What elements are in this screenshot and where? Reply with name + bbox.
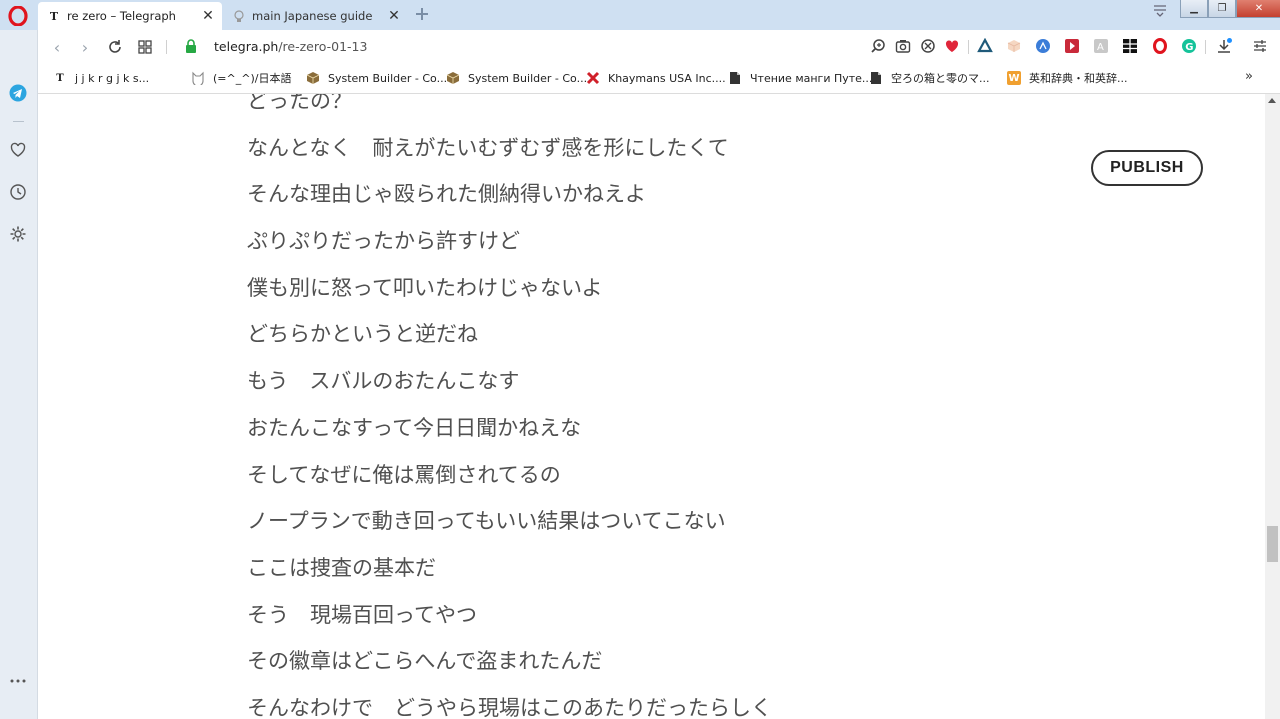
bookmark-label: (=^_^)/日本語 [213,72,292,85]
address-bar: ‹ › telegra.ph/re-zero-01-13 A G [38,30,1280,63]
new-tab-icon[interactable] [414,6,430,22]
gear-icon[interactable] [9,225,27,243]
page-icon [728,71,742,85]
telegraph-bookmark-icon: T [56,72,64,84]
zoom-icon[interactable] [870,38,886,54]
bookmark-item[interactable]: (=^_^)/日本語 [191,70,291,86]
url-path: /re-zero-01-13 [278,39,368,54]
bookmark-item[interactable]: W 英和辞典・和英辞... [1007,70,1128,86]
translate-extension-icon[interactable]: A [1093,38,1109,54]
grid-extension-icon[interactable] [1122,38,1138,54]
svg-text:G: G [1185,42,1193,53]
publish-button[interactable]: PUBLISH [1091,150,1203,186]
url-domain: telegra.ph [214,39,279,54]
text-line: ぷりぷりだったから許すけど [247,229,520,253]
grammarly-icon[interactable]: G [1181,38,1197,54]
telegram-icon[interactable] [9,84,27,102]
download-icon[interactable] [1216,38,1232,54]
bookmark-item[interactable]: System Builder - Co... [306,70,447,86]
text-line: なんとなく 耐えがたいむずむず感を形にしたくて [247,136,729,160]
cat-icon [191,71,205,85]
tab-telegraph[interactable]: T re zero – Telegraph ✕ [38,2,222,30]
maximize-button[interactable]: ❐ [1208,0,1236,18]
heart-icon[interactable] [9,141,27,159]
bookmark-item[interactable]: Khaymans USA Inc.... [586,70,726,86]
back-button[interactable]: ‹ [48,38,66,57]
bookmark-item[interactable]: Чтение манги Путе... [728,70,872,86]
text-line: どったの？ [247,94,352,113]
bookmark-label: 空ろの箱と零のマ... [891,72,990,85]
text-line: 僕も別に怒って叩いたわけじゃないよ [247,276,603,300]
box-icon [306,71,320,85]
telegraph-favicon-icon: T [49,9,59,23]
minimize-button[interactable]: ▁ [1180,0,1208,18]
tab-title: main Japanese guide [252,9,373,23]
article-content: どったの？ なんとなく 耐えがたいむずむず感を形にしたくて そんな理由じゃ殴られ… [38,94,1265,719]
camera-icon[interactable] [895,38,911,54]
divider [1205,40,1206,54]
text-line: そしてなぜに俺は罵倒されてるの [247,463,561,487]
tab-japanese-guide[interactable]: main Japanese guide ✕ [224,2,408,30]
scroll-up-arrow-icon[interactable] [1268,98,1276,103]
adblock-icon[interactable] [920,38,936,54]
speed-dial-icon[interactable] [136,38,154,56]
text-line: ここは捜査の基本だ [247,556,436,580]
lock-icon[interactable] [185,39,197,53]
close-tab-icon[interactable]: ✕ [200,8,216,24]
weblio-icon: W [1007,71,1021,85]
bookmark-item[interactable]: 空ろの箱と零のマ... [869,70,990,86]
text-line: どちらかというと逆だね [247,322,478,346]
history-clock-icon[interactable] [9,183,27,201]
bookmark-label: Khaymans USA Inc.... [608,71,726,85]
video-extension-icon[interactable] [1064,38,1080,54]
opera-extension-icon[interactable] [1152,38,1168,54]
divider [968,40,969,54]
more-dots-icon[interactable] [9,672,27,690]
text-line: その徽章はどこらへんで盗まれたんだ [247,649,603,673]
text-line: もう スバルのおたんこなす [247,369,520,393]
bookmarks-bar: T j j k r g j k s... (=^_^)/日本語 System B… [38,63,1280,94]
rocket-extension-icon[interactable] [1035,38,1051,54]
more-bookmarks-icon[interactable]: » [1245,69,1253,84]
tab-menu-icon[interactable] [1152,3,1168,17]
bookmark-item[interactable]: System Builder - Co... [446,70,587,86]
forward-button[interactable]: › [76,38,94,57]
heart-icon[interactable] [944,38,960,54]
bookmark-label: Чтение манги Путе... [750,71,873,85]
opera-logo-icon[interactable] [8,6,28,26]
svg-text:A: A [1097,42,1104,53]
bookmark-label: j j k r g j k s... [75,71,150,85]
text-line: そんなわけで どうやら現場はこのあたりだったらしく [247,696,772,719]
bookmark-label: System Builder - Co... [468,71,588,85]
bulb-icon [232,9,246,23]
box-icon [446,71,460,85]
cube-extension-icon[interactable] [1006,38,1022,54]
bookmark-label: System Builder - Co... [328,71,448,85]
divider [166,40,167,54]
vertical-scrollbar[interactable] [1265,94,1280,719]
text-line: そう 現場百回ってやつ [247,603,477,627]
x-logo-icon [586,71,600,85]
sidebar-divider [13,121,24,122]
sidebar [0,30,38,719]
reload-icon[interactable] [106,38,124,56]
tab-title: re zero – Telegraph [67,9,176,23]
close-tab-icon[interactable]: ✕ [386,8,402,24]
bookmark-label: 英和辞典・和英辞... [1029,72,1128,85]
page-icon [869,71,883,85]
window-close-button[interactable]: ✕ [1236,0,1280,18]
tab-strip: T re zero – Telegraph ✕ main Japanese gu… [0,0,1280,30]
text-line: そんな理由じゃ殴られた側納得いかねえよ [247,182,646,206]
window-controls: ▁ ❐ ✕ [1180,0,1280,18]
text-line: おたんこなすって今日日聞かねえな [247,416,582,440]
vpn-triangle-icon[interactable] [977,38,993,54]
url-field[interactable]: telegra.ph/re-zero-01-13 [214,39,367,54]
bookmark-item[interactable]: T j j k r g j k s... [53,70,149,86]
scroll-thumb[interactable] [1267,526,1278,562]
text-line: ノープランで動き回ってもいい結果はついてこない [247,509,726,533]
easy-setup-icon[interactable] [1252,38,1268,54]
